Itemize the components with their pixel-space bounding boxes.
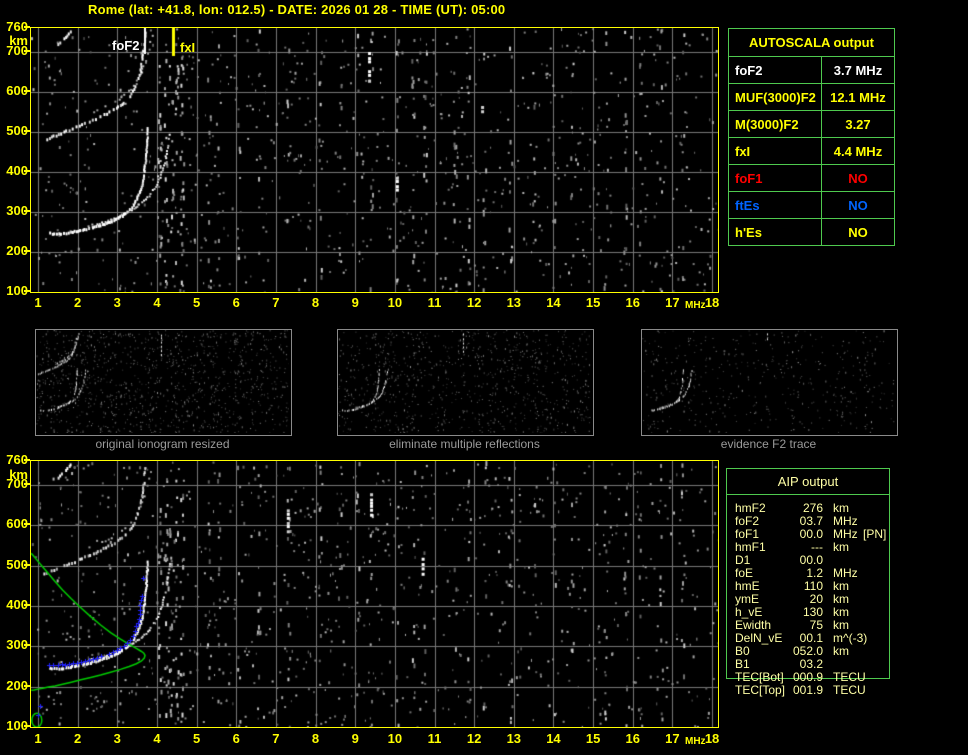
autoscala-param: MUF(3000)F2 bbox=[728, 83, 822, 111]
x-tick-label: 5 bbox=[192, 295, 201, 310]
x-tick-label: 18 bbox=[704, 295, 720, 310]
x-tick-label: 10 bbox=[387, 295, 403, 310]
aip-note: [PN] bbox=[863, 527, 887, 541]
autoscala-window: Rome (lat: +41.8, lon: 012.5) - DATE: 20… bbox=[0, 0, 968, 755]
aip-value: 001.9 bbox=[792, 683, 823, 697]
autoscala-row: fxI 4.4 MHz bbox=[728, 137, 895, 165]
x-tick-label: 9 bbox=[351, 731, 359, 746]
x-tick-label: 10 bbox=[387, 731, 403, 746]
foF2-marker-label: foF2 bbox=[112, 38, 140, 53]
autoscala-param: foF1 bbox=[728, 164, 822, 192]
x-tick-label: 13 bbox=[506, 731, 522, 746]
x-tick-label: 9 bbox=[351, 295, 359, 310]
autoscala-param: fxI bbox=[728, 137, 822, 165]
autoscala-table-title: AUTOSCALA output bbox=[728, 28, 895, 57]
x-tick-label: 11 bbox=[427, 731, 442, 746]
autoscala-table: AUTOSCALA output foF2 3.7 MHz MUF(3000)F2 1… bbox=[728, 28, 895, 246]
x-tick-label: 3 bbox=[113, 295, 121, 310]
x-tick-label: 16 bbox=[625, 295, 640, 310]
x-tick-label: 3 bbox=[113, 731, 121, 746]
aip-unit: km bbox=[833, 540, 849, 554]
autoscala-param: ftEs bbox=[728, 191, 822, 219]
thumbnail-original-ionogram bbox=[35, 329, 292, 436]
bottom-plot-x-unit-label: MHz bbox=[685, 736, 706, 747]
top-plot-x-unit-label: MHz bbox=[685, 300, 706, 311]
x-tick-label: 8 bbox=[311, 731, 320, 746]
autoscala-value: NO bbox=[821, 218, 895, 246]
autoscala-param: h'Es bbox=[728, 218, 822, 246]
thumbnail-eliminate-canvas bbox=[338, 330, 591, 433]
aip-panel-title: AIP output bbox=[727, 469, 889, 495]
autoscala-value: 4.4 MHz bbox=[821, 137, 895, 165]
x-tick-label: 12 bbox=[466, 295, 482, 310]
thumbnail-original-caption: original ionogram resized bbox=[95, 437, 230, 451]
x-tick-label: 2 bbox=[74, 295, 82, 310]
x-tick-label: 4 bbox=[153, 731, 161, 746]
station-date-time-title: Rome (lat: +41.8, lon: 012.5) - DATE: 20… bbox=[88, 2, 506, 17]
bottom-ionogram-frame bbox=[30, 460, 719, 728]
x-tick-label: 1 bbox=[34, 295, 42, 310]
autoscala-value: 3.7 MHz bbox=[821, 56, 895, 84]
x-tick-label: 14 bbox=[546, 295, 561, 310]
x-tick-label: 7 bbox=[272, 295, 280, 310]
top-plot-y-unit-label: km bbox=[9, 33, 28, 48]
autoscala-value: 12.1 MHz bbox=[821, 83, 895, 111]
x-tick-label: 17 bbox=[665, 295, 680, 310]
thumbnail-f2-canvas bbox=[642, 330, 895, 433]
autoscala-row: M(3000)F2 3.27 bbox=[728, 110, 895, 138]
x-tick-label: 5 bbox=[192, 731, 201, 746]
thumbnail-original-canvas bbox=[36, 330, 289, 433]
x-tick-label: 15 bbox=[585, 295, 601, 310]
x-tick-label: 11 bbox=[427, 295, 442, 310]
thumbnail-eliminate-caption: eliminate multiple reflections bbox=[389, 437, 540, 451]
autoscala-value: 3.27 bbox=[821, 110, 895, 138]
aip-unit: TECU bbox=[833, 683, 866, 697]
autoscala-param: foF2 bbox=[728, 56, 822, 84]
fxI-marker-label: fxI bbox=[180, 40, 196, 55]
autoscala-row: foF1 NO bbox=[728, 164, 895, 192]
thumbnail-f2-trace bbox=[641, 329, 898, 436]
x-tick-label: 6 bbox=[232, 731, 240, 746]
x-tick-label: 17 bbox=[665, 731, 680, 746]
autoscala-param: M(3000)F2 bbox=[728, 110, 822, 138]
x-tick-label: 16 bbox=[625, 731, 640, 746]
x-tick-label: 15 bbox=[585, 731, 601, 746]
aip-unit: km bbox=[833, 644, 849, 658]
x-tick-label: 12 bbox=[466, 731, 482, 746]
autoscala-row: h'Es NO bbox=[728, 218, 895, 246]
thumbnail-eliminate-reflections bbox=[337, 329, 594, 436]
x-tick-label: 2 bbox=[74, 731, 82, 746]
autoscala-row: MUF(3000)F2 12.1 MHz bbox=[728, 83, 895, 111]
x-tick-label: 6 bbox=[232, 295, 240, 310]
x-tick-label: 7 bbox=[272, 731, 280, 746]
thumbnail-f2-caption: evidence F2 trace bbox=[720, 437, 817, 451]
x-tick-label: 18 bbox=[704, 731, 720, 746]
autoscala-value: NO bbox=[821, 164, 895, 192]
top-ionogram-canvas bbox=[31, 28, 718, 292]
autoscala-row: ftEs NO bbox=[728, 191, 895, 219]
aip-row: TEC[Top] 001.9 TECU bbox=[727, 684, 902, 697]
bottom-ionogram-canvas bbox=[31, 461, 718, 727]
bottom-plot-y-unit-label: km bbox=[9, 467, 28, 482]
x-tick-label: 1 bbox=[34, 731, 42, 746]
x-tick-label: 8 bbox=[311, 295, 320, 310]
autoscala-row: foF2 3.7 MHz bbox=[728, 56, 895, 84]
top-ionogram-frame: foF2 fxI bbox=[30, 27, 719, 293]
aip-output-panel: AIP output hmF2 276 km foF2 03.7 MHz foF1 00.0 M… bbox=[726, 468, 890, 697]
x-tick-label: 13 bbox=[506, 295, 522, 310]
autoscala-value: NO bbox=[821, 191, 895, 219]
x-tick-label: 4 bbox=[153, 295, 161, 310]
x-tick-label: 14 bbox=[546, 731, 561, 746]
